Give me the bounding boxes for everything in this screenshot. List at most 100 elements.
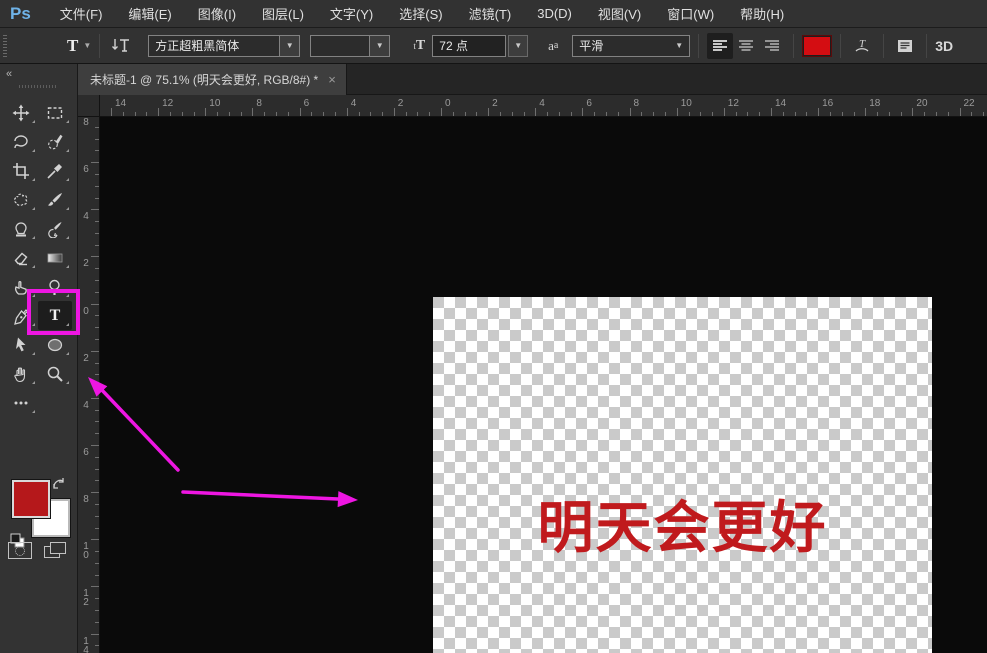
- ruler-tick: [300, 108, 301, 116]
- align-left-icon: [711, 37, 729, 55]
- separator: [926, 34, 927, 58]
- hand-icon: [12, 365, 30, 383]
- text-color-swatch[interactable]: [802, 35, 832, 57]
- eyedropper-tool[interactable]: [38, 156, 72, 185]
- zoom-tool[interactable]: [38, 359, 72, 388]
- canvas-pasteboard[interactable]: 明天会更好: [100, 117, 987, 653]
- document-canvas[interactable]: 明天会更好: [433, 297, 932, 653]
- patch-tool[interactable]: [4, 185, 38, 214]
- font-family-select[interactable]: 方正超粗黑简体 ▼: [148, 35, 300, 57]
- menu-item-image[interactable]: 图像(I): [185, 0, 249, 27]
- screen-mode-button[interactable]: [44, 542, 68, 559]
- more-tools-tool[interactable]: [4, 388, 38, 417]
- font-family-value: 方正超粗黑简体: [149, 37, 279, 54]
- chevron-down-icon[interactable]: ▼: [508, 35, 528, 57]
- anti-alias-icon-a2: a: [554, 40, 558, 51]
- ruler-tick: [95, 575, 99, 576]
- document-tab-title: 未标题-1 @ 75.1% (明天会更好, RGB/8#) *: [90, 71, 318, 88]
- ruler-tick: [854, 112, 855, 116]
- font-size-value[interactable]: 72 点: [432, 35, 506, 57]
- menu-item-3d[interactable]: 3D(D): [524, 0, 585, 27]
- panel-grip-handle[interactable]: [19, 85, 57, 88]
- clone-stamp-tool[interactable]: [4, 214, 38, 243]
- ruler-tick: [194, 112, 195, 116]
- brush-tool[interactable]: [38, 185, 72, 214]
- vertical-ruler[interactable]: 8642024681 01 21 4: [78, 117, 100, 653]
- text-orientation-toggle[interactable]: [108, 33, 134, 59]
- menu-item-filter[interactable]: 滤镜(T): [456, 0, 525, 27]
- tool-preset-picker[interactable]: T ▼: [67, 36, 91, 56]
- ruler-tick: [229, 112, 230, 116]
- ruler-tick: [912, 108, 913, 116]
- horizontal-ruler[interactable]: 14121086420246810121416182022: [100, 95, 987, 117]
- menu-item-window[interactable]: 窗口(W): [654, 0, 727, 27]
- ruler-label: 8: [80, 495, 92, 504]
- menu-item-help[interactable]: 帮助(H): [727, 0, 797, 27]
- ruler-tick: [771, 108, 772, 116]
- ruler-label: 0: [445, 98, 451, 109]
- swap-colors-icon[interactable]: [51, 476, 67, 497]
- ruler-tick: [95, 645, 99, 646]
- ruler-tick: [95, 174, 99, 175]
- align-center-button[interactable]: [733, 33, 759, 59]
- ruler-tick: [91, 539, 99, 540]
- font-size-select[interactable]: 72 点 ▼: [432, 35, 528, 57]
- rect-marquee-tool[interactable]: [38, 98, 72, 127]
- font-style-select[interactable]: ▼: [310, 35, 390, 57]
- anti-alias-select[interactable]: 平滑 ▼: [572, 35, 690, 57]
- align-right-button[interactable]: [759, 33, 785, 59]
- ellipse-shape-tool[interactable]: [38, 330, 72, 359]
- photoshop-logo: Ps: [10, 4, 31, 24]
- ruler-tick: [971, 112, 972, 116]
- tools-grid: T: [4, 98, 76, 417]
- options-grip-handle[interactable]: [3, 35, 7, 57]
- ruler-label: 10: [681, 98, 692, 109]
- pen-icon: [12, 307, 30, 325]
- ruler-label: 14: [775, 98, 786, 109]
- foreground-color-swatch[interactable]: [12, 480, 50, 518]
- path-select-tool[interactable]: [4, 330, 38, 359]
- 3d-button[interactable]: 3D: [935, 38, 953, 54]
- ruler-tick: [830, 112, 831, 116]
- anti-alias-value: 平滑: [573, 37, 669, 54]
- ruler-label: 2: [492, 98, 498, 109]
- lasso-tool[interactable]: [4, 127, 38, 156]
- toggle-panels-button[interactable]: [892, 33, 918, 59]
- chevron-down-icon: ▼: [83, 41, 91, 50]
- menu-item-edit[interactable]: 编辑(E): [115, 0, 184, 27]
- menu-item-type[interactable]: 文字(Y): [317, 0, 386, 27]
- menu-item-file[interactable]: 文件(F): [47, 0, 116, 27]
- close-tab-icon[interactable]: ×: [328, 72, 336, 87]
- ruler-tick: [95, 186, 99, 187]
- smudge-tool[interactable]: [4, 272, 38, 301]
- quick-mask-button[interactable]: [8, 542, 32, 559]
- ruler-corner[interactable]: [78, 95, 100, 117]
- ruler-tick: [95, 563, 99, 564]
- warp-text-button[interactable]: T: [849, 33, 875, 59]
- move-tool[interactable]: [4, 98, 38, 127]
- type-tool[interactable]: T: [38, 301, 72, 330]
- eraser-tool[interactable]: [4, 243, 38, 272]
- document-tab[interactable]: 未标题-1 @ 75.1% (明天会更好, RGB/8#) * ×: [78, 64, 347, 95]
- quick-select-tool[interactable]: [38, 127, 72, 156]
- ruler-label: 4: [80, 401, 92, 410]
- pen-tool[interactable]: [4, 301, 38, 330]
- ruler-tick: [95, 280, 99, 281]
- canvas-text-layer[interactable]: 明天会更好: [433, 483, 932, 564]
- ruler-tick: [901, 112, 902, 116]
- gradient-tool[interactable]: [38, 243, 72, 272]
- ruler-tick: [736, 112, 737, 116]
- crop-tool[interactable]: [4, 156, 38, 185]
- move-icon: [12, 104, 30, 122]
- separator: [883, 34, 884, 58]
- dodge-tool[interactable]: [38, 272, 72, 301]
- collapse-panel-button[interactable]: «: [6, 68, 11, 80]
- menu-item-select[interactable]: 选择(S): [386, 0, 455, 27]
- menu-item-view[interactable]: 视图(V): [585, 0, 654, 27]
- ruler-tick: [95, 315, 99, 316]
- history-brush-tool[interactable]: [38, 214, 72, 243]
- align-left-button[interactable]: [707, 33, 733, 59]
- menu-item-layer[interactable]: 图层(L): [249, 0, 317, 27]
- ruler-tick: [582, 108, 583, 116]
- hand-tool[interactable]: [4, 359, 38, 388]
